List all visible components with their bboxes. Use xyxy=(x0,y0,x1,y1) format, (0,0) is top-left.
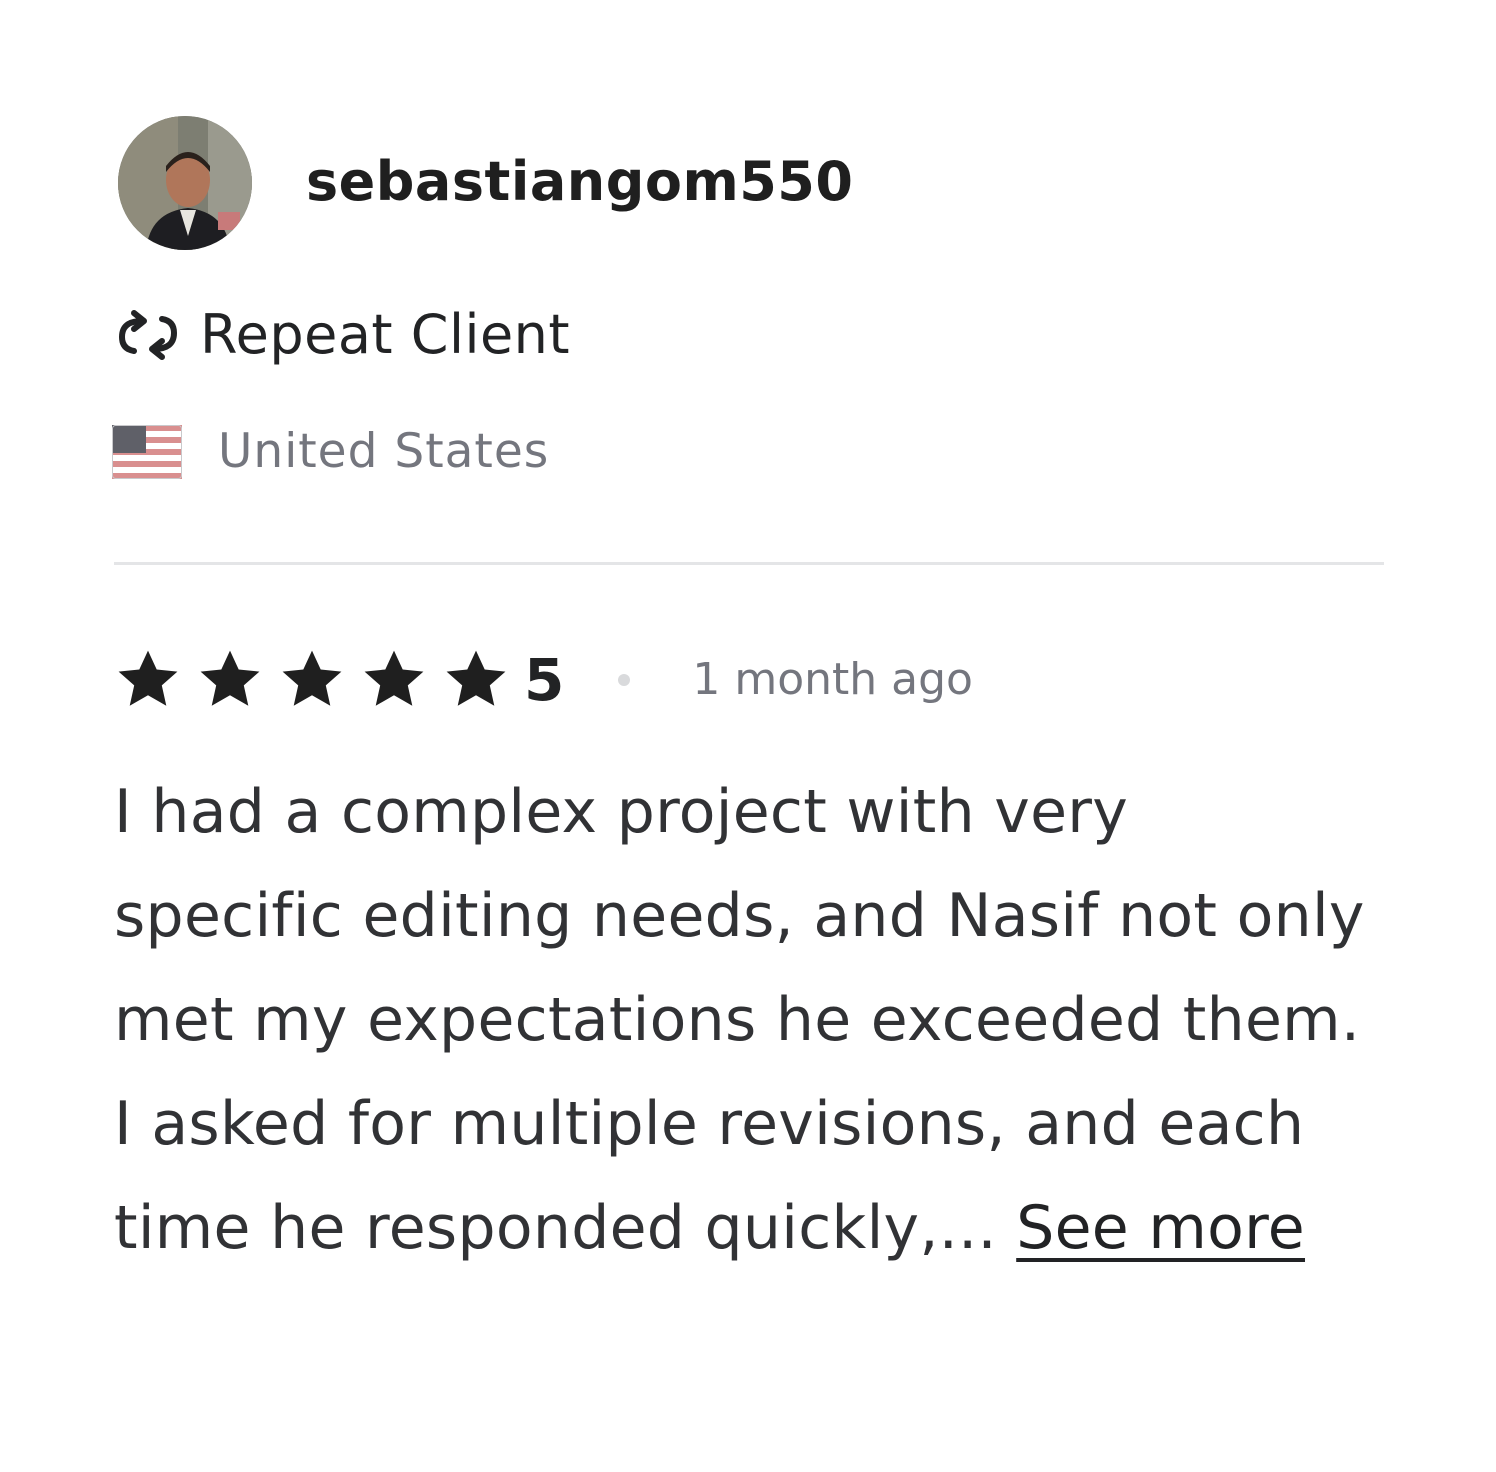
review-text: I had a complex project with very specif… xyxy=(114,760,1374,1280)
country-name: United States xyxy=(218,424,550,479)
rating-value: 5 xyxy=(524,646,565,714)
avatar[interactable] xyxy=(118,116,252,250)
repeat-client-badge: Repeat Client xyxy=(112,300,570,370)
review-body: I had a complex project with very specif… xyxy=(114,777,1365,1263)
star-rating xyxy=(112,644,522,716)
review-time: 1 month ago xyxy=(692,654,973,705)
see-more-link[interactable]: See more xyxy=(1016,1193,1305,1263)
divider xyxy=(114,562,1384,565)
repeat-client-label: Repeat Client xyxy=(200,303,571,366)
dot-separator xyxy=(618,674,631,686)
star-icon xyxy=(358,644,430,716)
star-icon xyxy=(194,644,266,716)
review-card: sebastiangom550 Repeat Client United Sta… xyxy=(0,0,1496,1472)
repeat-icon xyxy=(112,307,184,363)
star-icon xyxy=(440,644,512,716)
star-icon xyxy=(276,644,348,716)
review-rating: 5 1 month ago xyxy=(112,640,973,720)
star-icon xyxy=(112,644,184,716)
us-flag-icon xyxy=(112,425,182,479)
reviewer-country: United States xyxy=(112,420,549,484)
reviewer-username[interactable]: sebastiangom550 xyxy=(306,150,853,214)
